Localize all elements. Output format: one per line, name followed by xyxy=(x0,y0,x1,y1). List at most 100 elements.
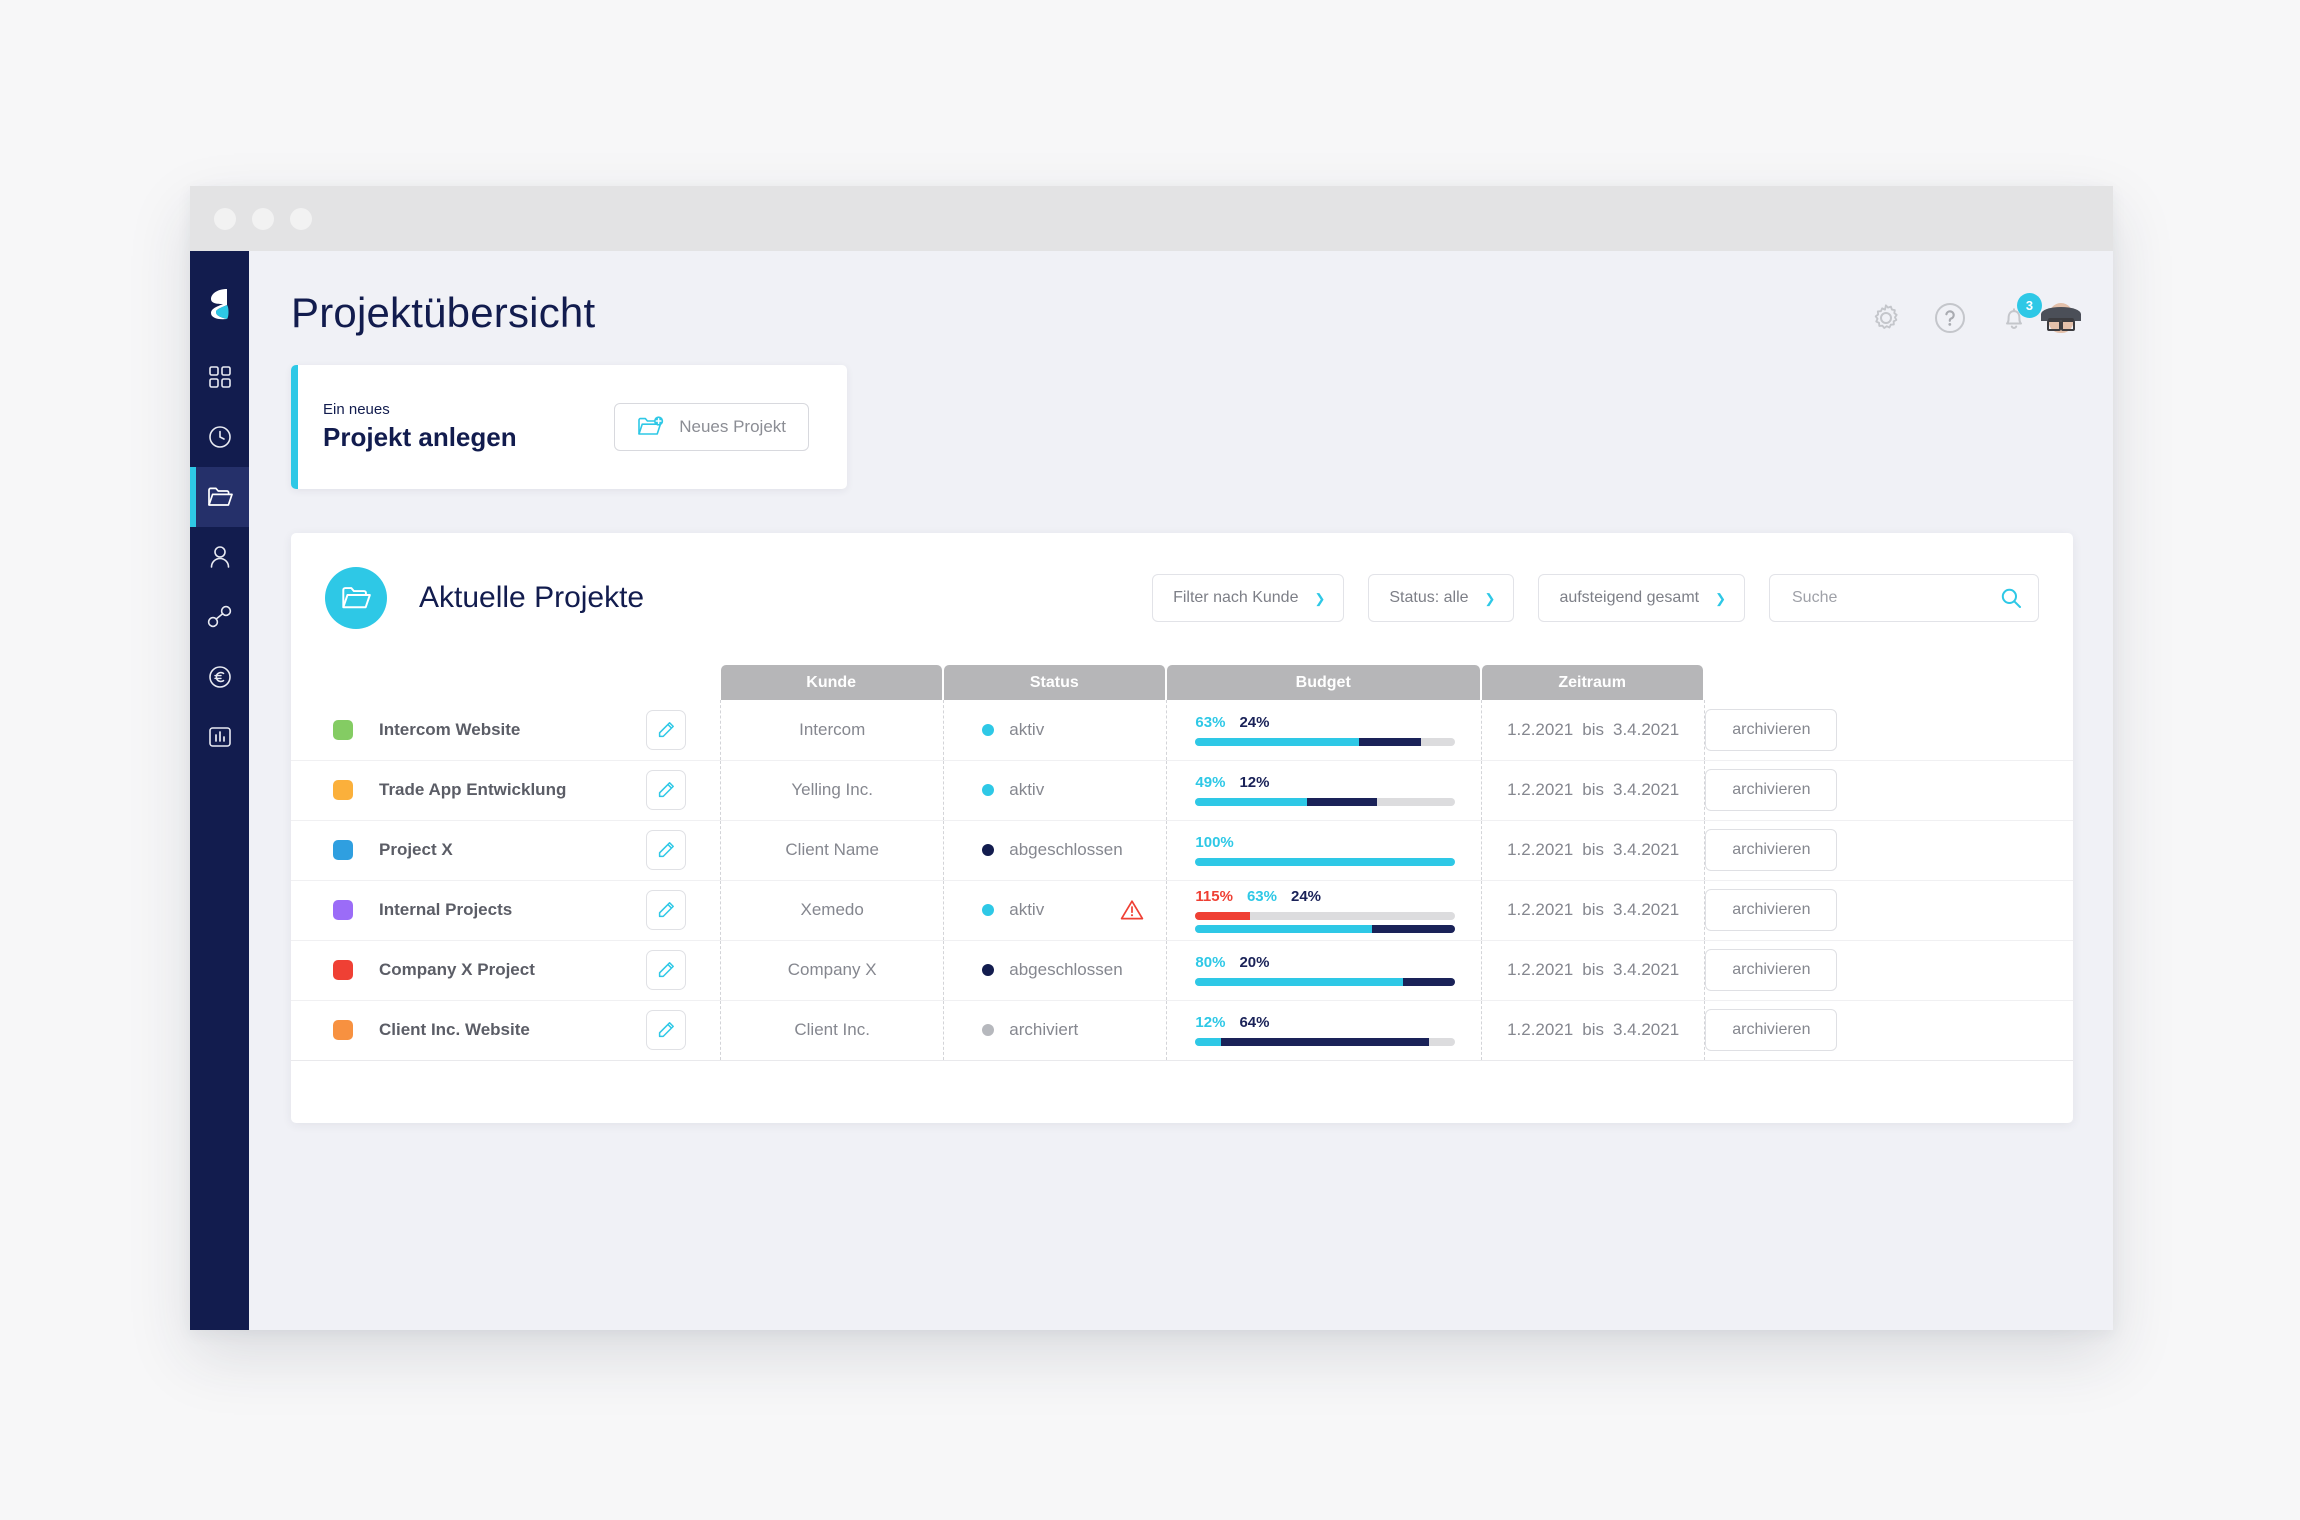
end-date: 3.4.2021 xyxy=(1613,780,1680,799)
start-date: 1.2.2021 xyxy=(1507,719,1574,739)
nodes-icon xyxy=(207,605,231,628)
create-project-card: Ein neues Projekt anlegen Neues Projekt xyxy=(291,365,847,489)
table-row[interactable]: Internal Projects Xemedo aktiv 115% 63% 24% 1.… xyxy=(291,880,2073,941)
edit-project-button[interactable] xyxy=(646,950,687,990)
project-name: Client Inc. Website xyxy=(379,1020,530,1039)
window-minimize-dot[interactable] xyxy=(252,207,274,230)
budget-label: 115% xyxy=(1195,887,1233,905)
warning-icon[interactable] xyxy=(1120,899,1144,921)
folder-icon xyxy=(207,487,233,506)
column-header-status: Status xyxy=(943,665,1165,700)
edit-project-button[interactable] xyxy=(646,830,687,870)
date-separator: bis xyxy=(1582,1020,1604,1039)
end-date: 3.4.2021 xyxy=(1613,1020,1680,1039)
sidebar-item-time[interactable] xyxy=(190,407,249,467)
create-card-eyebrow: Ein neues xyxy=(323,401,390,418)
cell-status: aktiv xyxy=(943,700,1167,761)
app-logo[interactable] xyxy=(190,287,249,321)
date-separator: bis xyxy=(1582,719,1604,739)
end-date: 3.4.2021 xyxy=(1613,719,1680,739)
cell-customer: Xemedo xyxy=(720,880,944,941)
cell-project: Trade App Entwicklung xyxy=(291,760,721,821)
sort-filter-label: aufsteigend gesamt xyxy=(1559,589,1700,606)
cell-status: aktiv xyxy=(943,880,1167,941)
end-date: 3.4.2021 xyxy=(1613,960,1680,979)
pencil-icon xyxy=(658,782,675,798)
budget-label: 80% xyxy=(1195,954,1226,971)
archive-button[interactable]: archivieren xyxy=(1705,769,1838,811)
budget-labels: 12% 64% xyxy=(1195,1014,1455,1031)
bar-chart-icon xyxy=(208,727,231,747)
start-date: 1.2.2021 xyxy=(1507,1020,1574,1039)
status-filter-select[interactable]: Status: alle ❯ xyxy=(1368,574,1515,622)
search-icon[interactable] xyxy=(2000,587,2022,609)
edit-project-button[interactable] xyxy=(646,1010,687,1050)
end-date: 3.4.2021 xyxy=(1613,900,1680,919)
notifications-button[interactable]: 3 xyxy=(1997,293,2042,335)
cell-timeframe: 1.2.2021 bis 3.4.2021 xyxy=(1481,760,1705,821)
project-name: Internal Projects xyxy=(379,900,513,919)
cell-actions: archivieren xyxy=(1704,820,2073,881)
status-dot xyxy=(982,844,995,856)
project-color-swatch xyxy=(333,960,353,980)
edit-project-button[interactable] xyxy=(646,890,687,930)
sidebar-item-reports[interactable] xyxy=(190,707,249,767)
cell-customer: Intercom xyxy=(720,700,944,761)
project-color-swatch xyxy=(333,900,353,920)
archive-button[interactable]: archivieren xyxy=(1705,1009,1838,1051)
status-dot xyxy=(982,723,995,736)
budget-label: 100% xyxy=(1195,834,1234,851)
sidebar-item-contacts[interactable] xyxy=(190,527,249,587)
th-budget: Budget xyxy=(1166,665,1482,700)
status-dot xyxy=(982,1024,995,1036)
settings-button[interactable] xyxy=(1869,301,1903,335)
cell-budget: 115% 63% 24% xyxy=(1166,880,1482,941)
search-box[interactable] xyxy=(1769,574,2039,622)
sidebar-item-projects[interactable] xyxy=(190,467,249,527)
edit-project-button[interactable] xyxy=(646,709,687,750)
cell-customer: Company X xyxy=(720,940,944,1001)
folder-icon xyxy=(342,587,371,609)
table-row[interactable]: Company X Project Company X abgeschlossen 8… xyxy=(291,940,2073,1001)
new-project-button[interactable]: Neues Projekt xyxy=(614,403,809,451)
sort-filter-select[interactable]: aufsteigend gesamt ❯ xyxy=(1538,574,1745,622)
new-project-button-label: Neues Projekt xyxy=(679,417,786,436)
window-maximize-dot[interactable] xyxy=(290,207,312,230)
project-name: Intercom Website xyxy=(379,719,521,739)
sidebar-item-dashboard[interactable] xyxy=(190,347,249,407)
chevron-down-icon: ❯ xyxy=(1314,590,1326,606)
archive-button[interactable]: archivieren xyxy=(1705,708,1838,751)
page-header: Projektübersicht 3 xyxy=(249,251,2113,337)
column-header-budget: Budget xyxy=(1166,665,1480,700)
table-row[interactable]: Intercom Website Intercom aktiv 63% 24% 1.2.2… xyxy=(291,700,2073,761)
search-input[interactable] xyxy=(1792,589,2000,607)
end-date: 3.4.2021 xyxy=(1613,840,1680,859)
window-close-dot[interactable] xyxy=(214,207,236,230)
customer-filter-select[interactable]: Filter nach Kunde ❯ xyxy=(1152,574,1345,622)
project-name: Project X xyxy=(379,840,453,859)
cell-actions: archivieren xyxy=(1704,760,2073,821)
cell-budget: 100% xyxy=(1166,820,1482,881)
cell-actions: archivieren xyxy=(1704,880,2073,941)
gear-icon xyxy=(1874,304,1898,329)
budget-bar xyxy=(1195,798,1456,806)
th-actions xyxy=(1705,665,2073,700)
cell-timeframe: 1.2.2021 bis 3.4.2021 xyxy=(1481,940,1705,1001)
budget-bar xyxy=(1195,1038,1456,1046)
budget-labels: 115% 63% 24% xyxy=(1195,888,1455,905)
edit-project-button[interactable] xyxy=(646,770,687,810)
archive-button[interactable]: archivieren xyxy=(1705,829,1838,871)
budget-label: 24% xyxy=(1239,713,1270,731)
column-header-kunde: Kunde xyxy=(720,665,942,700)
table-row[interactable]: Trade App Entwicklung Yelling Inc. aktiv 49… xyxy=(291,760,2073,821)
archive-button[interactable]: archivieren xyxy=(1705,949,1838,991)
table-body: Intercom Website Intercom aktiv 63% 24% 1.2.2… xyxy=(291,700,2073,1061)
archive-button[interactable]: archivieren xyxy=(1705,889,1838,931)
table-row[interactable]: Project X Client Name abgeschlossen 100% 1.2… xyxy=(291,820,2073,881)
table-row[interactable]: Client Inc. Website Client Inc. archiviert… xyxy=(291,1000,2073,1061)
sidebar-item-finance[interactable] xyxy=(190,647,249,707)
column-header-zeitraum: Zeitraum xyxy=(1481,665,1703,700)
help-button[interactable] xyxy=(1933,301,1967,335)
chevron-down-icon: ❯ xyxy=(1715,590,1726,606)
sidebar-item-network[interactable] xyxy=(190,587,249,647)
